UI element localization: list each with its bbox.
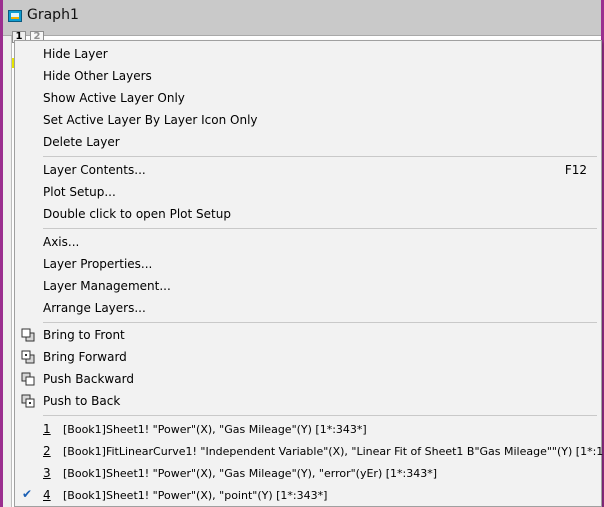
menu-item-label: Plot Setup... (43, 185, 116, 199)
menu-item-label: Hide Other Layers (43, 69, 152, 83)
menu-separator (43, 228, 597, 229)
menu-item-label: Set Active Layer By Layer Icon Only (43, 113, 258, 127)
window-title: Graph1 (27, 7, 79, 23)
menu-item-push-backward[interactable]: Push Backward (15, 368, 601, 390)
menu-item-label: Push to Back (43, 394, 121, 408)
menu-item-label: Delete Layer (43, 135, 120, 149)
layer-context-menu: Hide Layer Hide Other Layers Show Active… (14, 40, 604, 507)
push-backward-icon (21, 372, 35, 386)
plot-label: [Book1]Sheet1! "Power"(X), "point"(Y) [1… (63, 489, 328, 502)
menu-item-hide-layer[interactable]: Hide Layer (15, 43, 601, 65)
menu-item-plot-4[interactable]: ✔ 4 [Book1]Sheet1! "Power"(X), "point"(Y… (15, 484, 601, 506)
menu-item-label: Push Backward (43, 372, 134, 386)
menu-item-label: Layer Properties... (43, 257, 153, 271)
menu-item-label: Layer Contents... (43, 163, 146, 177)
menu-item-plot-3[interactable]: 3 [Book1]Sheet1! "Power"(X), "Gas Mileag… (15, 462, 601, 484)
menu-separator (43, 322, 597, 323)
menu-item-label: Show Active Layer Only (43, 91, 185, 105)
plot-number: 3 (43, 466, 51, 480)
window-titlebar[interactable]: Graph1 (3, 0, 601, 36)
plot-label: [Book1]Sheet1! "Power"(X), "Gas Mileage"… (63, 467, 438, 480)
menu-item-hide-other-layers[interactable]: Hide Other Layers (15, 65, 601, 87)
menu-item-push-to-back[interactable]: Push to Back (15, 390, 601, 412)
menu-item-label: Axis... (43, 235, 80, 249)
menu-item-plot-setup[interactable]: Plot Setup... (15, 181, 601, 203)
plot-number: 2 (43, 444, 51, 458)
plot-label: [Book1]Sheet1! "Power"(X), "Gas Mileage"… (63, 423, 367, 436)
menu-item-plot-1[interactable]: 1 [Book1]Sheet1! "Power"(X), "Gas Mileag… (15, 418, 601, 440)
plot-number: 1 (43, 422, 51, 436)
plot-number: 4 (43, 488, 51, 502)
menu-item-bring-to-front[interactable]: Bring to Front (15, 324, 601, 346)
menu-item-label: Double click to open Plot Setup (43, 207, 231, 221)
bring-forward-icon (21, 350, 35, 364)
menu-item-layer-contents[interactable]: Layer Contents... F12 (15, 159, 601, 181)
plot-label: [Book1]FitLinearCurve1! "Independent Var… (63, 445, 604, 458)
menu-item-layer-properties[interactable]: Layer Properties... (15, 253, 601, 275)
bring-to-front-icon (21, 328, 35, 342)
push-to-back-icon (21, 394, 35, 408)
menu-item-label: Layer Management... (43, 279, 171, 293)
menu-item-show-active-layer-only[interactable]: Show Active Layer Only (15, 87, 601, 109)
layer-icon-strip (3, 36, 12, 507)
menu-item-layer-management[interactable]: Layer Management... (15, 275, 601, 297)
menu-item-label: Bring to Front (43, 328, 125, 342)
menu-item-bring-forward[interactable]: Bring Forward (15, 346, 601, 368)
menu-item-label: Bring Forward (43, 350, 127, 364)
menu-item-axis[interactable]: Axis... (15, 231, 601, 253)
check-icon: ✔ (22, 487, 33, 501)
graph-window-icon (8, 10, 22, 22)
menu-item-set-active-layer-by-icon[interactable]: Set Active Layer By Layer Icon Only (15, 109, 601, 131)
menu-separator (43, 415, 597, 416)
menu-item-label: Arrange Layers... (43, 301, 146, 315)
menu-separator (43, 156, 597, 157)
menu-item-plot-2[interactable]: 2 [Book1]FitLinearCurve1! "Independent V… (15, 440, 604, 462)
menu-item-arrange-layers[interactable]: Arrange Layers... (15, 297, 601, 319)
menu-item-delete-layer[interactable]: Delete Layer (15, 131, 601, 153)
menu-item-label: Hide Layer (43, 47, 108, 61)
menu-item-shortcut: F12 (564, 163, 587, 177)
menu-item-double-click-plot-setup[interactable]: Double click to open Plot Setup (15, 203, 601, 225)
